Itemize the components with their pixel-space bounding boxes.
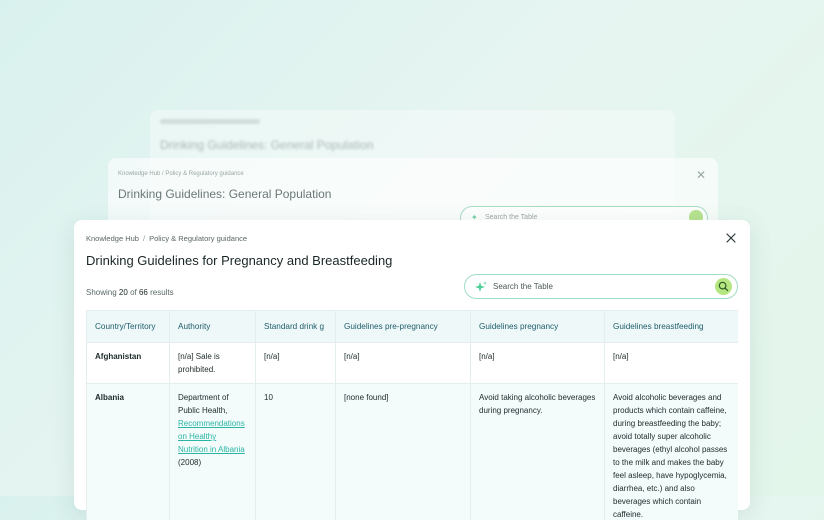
- background-title: Drinking Guidelines: General Population: [160, 138, 373, 152]
- background-title: Drinking Guidelines: General Population: [118, 187, 331, 201]
- breadcrumb-section[interactable]: Policy & Regulatory guidance: [149, 234, 247, 243]
- cell-pre-pregnancy: [n/a]: [336, 343, 471, 384]
- results-shown: 20: [119, 288, 128, 297]
- cell-authority: [n/a] Sale is prohibited.: [170, 343, 256, 384]
- cell-country: Albania: [87, 384, 170, 520]
- close-icon: ✕: [696, 168, 706, 182]
- guidelines-table: Country/Territory Authority Standard dri…: [86, 310, 738, 520]
- results-prefix: Showing: [86, 288, 117, 297]
- close-icon: [724, 231, 738, 245]
- background-breadcrumb: Knowledge Hub / Policy & Regulatory guid…: [118, 171, 244, 177]
- results-count: Showing 20 of 66 results: [86, 288, 174, 297]
- cell-standard-drink: [n/a]: [256, 343, 336, 384]
- results-total: 66: [139, 288, 148, 297]
- table-row: Albania Department of Public Health, Rec…: [87, 384, 739, 520]
- authority-year: (2008): [178, 458, 201, 467]
- column-header[interactable]: Guidelines breastfeeding: [605, 311, 739, 343]
- cell-country: Afghanistan: [87, 343, 170, 384]
- breadcrumb: Knowledge Hub / Policy & Regulatory guidan…: [86, 234, 247, 243]
- close-button[interactable]: [724, 231, 738, 245]
- breadcrumb-root: Knowledge Hub: [118, 171, 160, 177]
- cell-standard-drink: 10: [256, 384, 336, 520]
- table-header-row: Country/Territory Authority Standard dri…: [87, 311, 739, 343]
- column-header[interactable]: Country/Territory: [87, 311, 170, 343]
- column-header[interactable]: Authority: [170, 311, 256, 343]
- cell-breastfeeding: Avoid alcoholic beverages and products w…: [605, 384, 739, 520]
- cell-pregnancy: [n/a]: [471, 343, 605, 384]
- search-button[interactable]: [715, 278, 732, 295]
- column-header[interactable]: Guidelines pregnancy: [471, 311, 605, 343]
- page-title: Drinking Guidelines for Pregnancy and Br…: [86, 253, 392, 268]
- cell-pre-pregnancy: [none found]: [336, 384, 471, 520]
- breadcrumb-root[interactable]: Knowledge Hub: [86, 234, 139, 243]
- results-of: of: [130, 288, 137, 297]
- table-row: Afghanistan [n/a] Sale is prohibited. [n…: [87, 343, 739, 384]
- results-suffix: results: [150, 288, 174, 297]
- cell-breastfeeding: [n/a]: [605, 343, 739, 384]
- authority-text: Department of Public Health,: [178, 393, 229, 415]
- table-search: [464, 274, 738, 299]
- guidelines-table-container[interactable]: Country/Territory Authority Standard dri…: [86, 310, 738, 520]
- cell-authority: Department of Public Health, Recommendat…: [170, 384, 256, 520]
- breadcrumb-section: Policy & Regulatory guidance: [165, 171, 243, 177]
- guidelines-modal: Knowledge Hub / Policy & Regulatory guidan…: [74, 220, 750, 510]
- sparkle-icon: [474, 280, 488, 294]
- authority-link[interactable]: Recommendations on Healthy Nutrition in …: [178, 419, 245, 454]
- search-input[interactable]: [493, 279, 703, 294]
- column-header[interactable]: Standard drink g: [256, 311, 336, 343]
- background-breadcrumb: [160, 119, 260, 124]
- column-header[interactable]: Guidelines pre-pregnancy: [336, 311, 471, 343]
- search-icon: [718, 281, 729, 292]
- breadcrumb-separator: /: [143, 234, 145, 243]
- cell-pregnancy: Avoid taking alcoholic beverages during …: [471, 384, 605, 520]
